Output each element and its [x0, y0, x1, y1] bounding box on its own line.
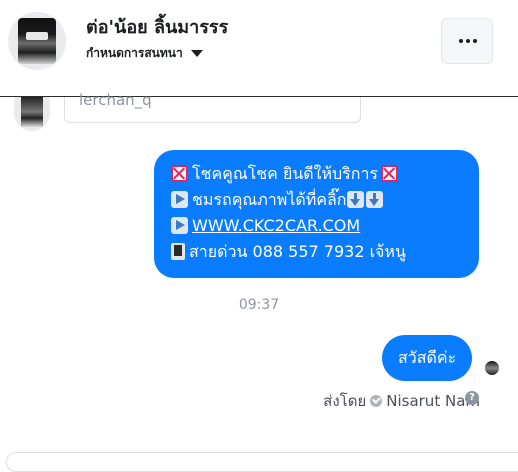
- cross-mark-icon: [381, 165, 399, 182]
- play-button-icon: [171, 217, 188, 234]
- sender-avatar: [14, 97, 50, 131]
- bubble-line-4: สายด่วน 088 557 7932 เจ้หนู: [189, 242, 406, 261]
- phone-icon: [171, 243, 185, 260]
- conversation-settings-label: กำหนดการสนทนา: [86, 46, 183, 60]
- bubble-line-2: ชมรถคุณภาพได้ที่คลิ๊ก: [192, 190, 347, 209]
- sent-by-line: ส่งโดย Nisarut Nam: [323, 389, 480, 413]
- reply-message-text: สวัสดีค่ะ: [398, 348, 457, 367]
- conversation-settings-dropdown[interactable]: กำหนดการสนทนา: [86, 44, 203, 63]
- previous-message-card[interactable]: lerchan_q: [64, 91, 361, 123]
- more-icon: [459, 38, 477, 44]
- previous-message-text: lerchan_q: [79, 91, 152, 109]
- cross-mark-icon: [171, 165, 188, 182]
- verified-check-icon: [370, 395, 383, 407]
- message-composer[interactable]: [6, 452, 518, 472]
- bubble-line-1: โชคคูณโชค ยินดีให้บริการ: [192, 164, 379, 183]
- website-link[interactable]: WWW.CKC2CAR.COM: [192, 216, 360, 235]
- message-timestamp: 09:37: [238, 297, 280, 313]
- conversation-header: ต่อ'น้อย ลิ้นมารรร กำหนดการสนทนา: [0, 0, 518, 97]
- caret-down-icon: [190, 50, 203, 57]
- more-options-button[interactable]: [441, 18, 493, 64]
- play-button-icon: [171, 191, 188, 208]
- contact-avatar[interactable]: [8, 12, 66, 70]
- contact-name[interactable]: ต่อ'น้อย ลิ้นมารรร: [86, 12, 228, 41]
- seen-avatar: [485, 361, 499, 375]
- down-arrow-icon: [346, 191, 364, 208]
- down-arrow-icon: [365, 191, 383, 208]
- help-icon[interactable]: ?: [465, 391, 479, 405]
- outgoing-message-bubble[interactable]: โชคคูณโชค ยินดีให้บริการ ชมรถคุณภาพได้ที…: [154, 150, 479, 278]
- reply-message-bubble[interactable]: สวัสดีค่ะ: [382, 335, 473, 381]
- sent-by-prefix: ส่งโดย: [323, 392, 367, 410]
